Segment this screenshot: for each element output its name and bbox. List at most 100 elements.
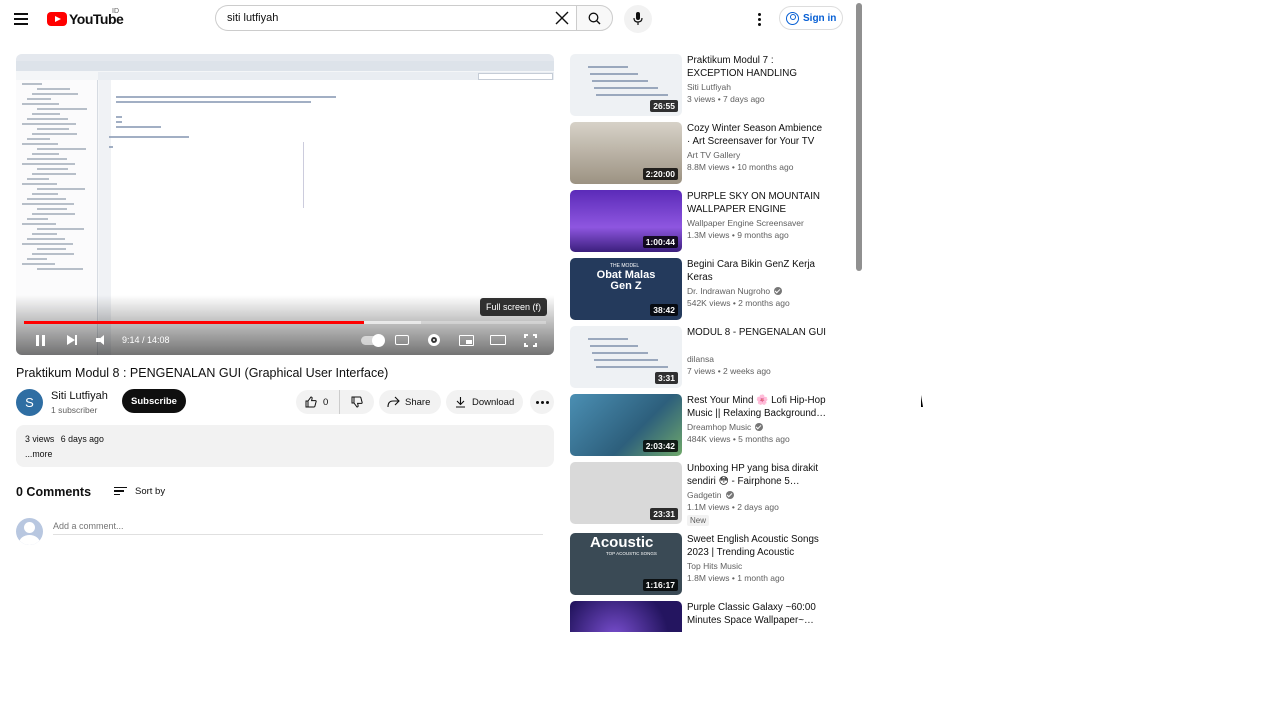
subscribe-button[interactable]: Subscribe [122,389,186,413]
recommended-video[interactable]: 2:03:42 Rest Your Mind 🌸 Lofi Hip-Hop Mus… [570,394,830,456]
video-player[interactable]: 9:14 / 14:08 [16,54,554,355]
fullscreen-icon [523,333,537,347]
fullscreen-tooltip: Full screen (f) [480,298,548,316]
subscriber-count: 1 subscriber [51,405,98,415]
video-meta: 7 views • 2 weeks ago [687,366,771,376]
search-button[interactable] [576,5,613,31]
description-box[interactable]: 3 views 6 days ago ...more [16,425,554,467]
video-duration: 26:55 [650,100,678,112]
pause-icon [35,334,45,346]
menu-icon[interactable] [14,9,34,29]
channel-label: dilansa [687,354,714,364]
video-thumbnail[interactable]: 1:00:44 [570,190,682,252]
page-scrollbar[interactable] [856,3,862,271]
thumbnail-text: Acoustic [590,534,654,551]
video-thumbnail[interactable]: 2:03:42 [570,394,682,456]
captions-icon [395,335,409,345]
sign-in-label: Sign in [803,12,837,24]
clear-search-icon[interactable] [555,11,569,25]
channel-name[interactable]: Siti Lutfiyah [687,82,731,92]
upload-date: 6 days ago [60,434,104,444]
video-thumbnail[interactable]: THE MODEL Obat Malas Gen Z 38:42 [570,258,682,320]
view-count: 3 views [25,434,55,444]
theater-mode-button[interactable] [488,331,508,349]
channel-label: Wallpaper Engine Screensaver [687,218,804,228]
channel-name[interactable]: Wallpaper Engine Screensaver [687,218,804,228]
video-meta: 1.8M views • 1 month ago [687,573,785,583]
recommended-video[interactable]: Purple Classic Galaxy ~60:00 Minutes Spa… [570,601,830,632]
video-thumbnail[interactable]: 3:31 [570,326,682,388]
add-comment-input[interactable] [53,517,543,535]
video-thumbnail[interactable]: 26:55 [570,54,682,116]
video-thumbnail[interactable] [570,601,682,632]
video-meta: 542K views • 2 months ago [687,298,790,308]
download-button[interactable]: Download [446,390,523,414]
sort-icon [114,486,127,496]
video-title-link[interactable]: Sweet English Acoustic Songs 2023 | Tren… [687,533,827,559]
recommended-video[interactable]: 26:55 Praktikum Modul 7 : EXCEPTION HANDL… [570,54,830,116]
channel-name[interactable]: Gadgetin [687,490,734,500]
pause-button[interactable] [30,331,50,349]
thumbs-down-icon [351,396,363,408]
channel-label: Dreamhop Music [687,422,752,432]
recommended-video[interactable]: 23:31 Unboxing HP yang bisa dirakit sendi… [570,462,830,526]
progress-bar[interactable] [24,321,546,324]
channel-name[interactable]: Dr. Indrawan Nugroho [687,286,783,296]
video-duration: 38:42 [650,304,678,316]
description-more-link[interactable]: ...more [25,449,545,459]
download-label: Download [472,396,515,408]
video-meta: 3 views • 7 days ago [687,94,765,104]
autoplay-icon [361,333,385,347]
account-icon [786,11,799,25]
settings-button[interactable] [424,331,444,349]
channel-name[interactable]: Top Hits Music [687,561,742,571]
video-thumbnail[interactable]: 2:20:00 [570,122,682,184]
captions-button[interactable] [392,331,412,349]
sign-in-button[interactable]: Sign in [779,6,843,30]
settings-menu-icon[interactable] [752,9,766,29]
like-button[interactable]: 0 [296,390,340,414]
next-button[interactable] [61,331,81,349]
video-thumbnail[interactable]: Acoustic TOP ACOUSTIC SONGS 1:16:17 [570,533,682,595]
channel-avatar[interactable]: S [16,389,43,416]
channel-name[interactable]: Art TV Gallery [687,150,740,160]
fullscreen-button[interactable] [520,331,540,349]
search-box [215,5,576,31]
video-meta: 484K views • 5 months ago [687,434,790,444]
autoplay-toggle[interactable] [358,331,386,349]
more-actions-button[interactable] [530,390,554,414]
share-button[interactable]: Share [379,390,441,414]
video-title-link[interactable]: MODUL 8 - PENGENALAN GUI [687,326,827,339]
mute-button[interactable] [92,331,112,349]
channel-name[interactable]: Dreamhop Music [687,422,764,432]
video-duration: 2:03:42 [642,440,678,452]
video-title-link[interactable]: Unboxing HP yang bisa dirakit sendiri 😳 … [687,462,827,488]
video-title-link[interactable]: Purple Classic Galaxy ~60:00 Minutes Spa… [687,601,827,627]
mouse-cursor [921,395,923,407]
recommended-video[interactable]: 1:00:44 PURPLE SKY ON MOUNTAIN WALLPAPER … [570,190,830,252]
video-title-link[interactable]: Begini Cara Bikin GenZ Kerja Keras [687,258,827,284]
video-duration: 1:00:44 [642,236,678,248]
video-duration: 3:31 [654,372,678,384]
miniplayer-button[interactable] [456,331,476,349]
recommended-video[interactable]: THE MODEL Obat Malas Gen Z 38:42 Begini Car… [570,258,830,320]
recommended-video[interactable]: Acoustic TOP ACOUSTIC SONGS 1:16:17 Sweet E… [570,533,830,595]
verified-icon [725,491,734,499]
comments-count: 0 Comments [16,485,92,499]
video-title-link[interactable]: Cozy Winter Season Ambience · Art Screen… [687,122,827,148]
video-duration: 23:31 [650,508,678,520]
recommended-video[interactable]: 2:20:00 Cozy Winter Season Ambience · Art… [570,122,830,184]
video-title-link[interactable]: PURPLE SKY ON MOUNTAIN WALLPAPER ENGINE [687,190,827,216]
channel-name[interactable]: dilansa [687,354,714,364]
recommended-video[interactable]: 3:31 MODUL 8 - PENGENALAN GUI dilansa 7 vie… [570,326,830,388]
voice-search-button[interactable] [624,5,652,33]
channel-name[interactable]: Siti Lutfiyah [51,390,108,402]
video-title-link[interactable]: Praktikum Modul 7 : EXCEPTION HANDLING D… [687,54,827,80]
country-code: ID [112,8,119,15]
video-title-link[interactable]: Rest Your Mind 🌸 Lofi Hip-Hop Music || R… [687,394,827,420]
dislike-button[interactable] [340,390,374,414]
sort-comments-button[interactable]: Sort by [114,483,165,499]
search-input[interactable] [227,6,547,30]
microphone-icon [633,12,643,25]
video-thumbnail[interactable]: 23:31 [570,462,682,524]
